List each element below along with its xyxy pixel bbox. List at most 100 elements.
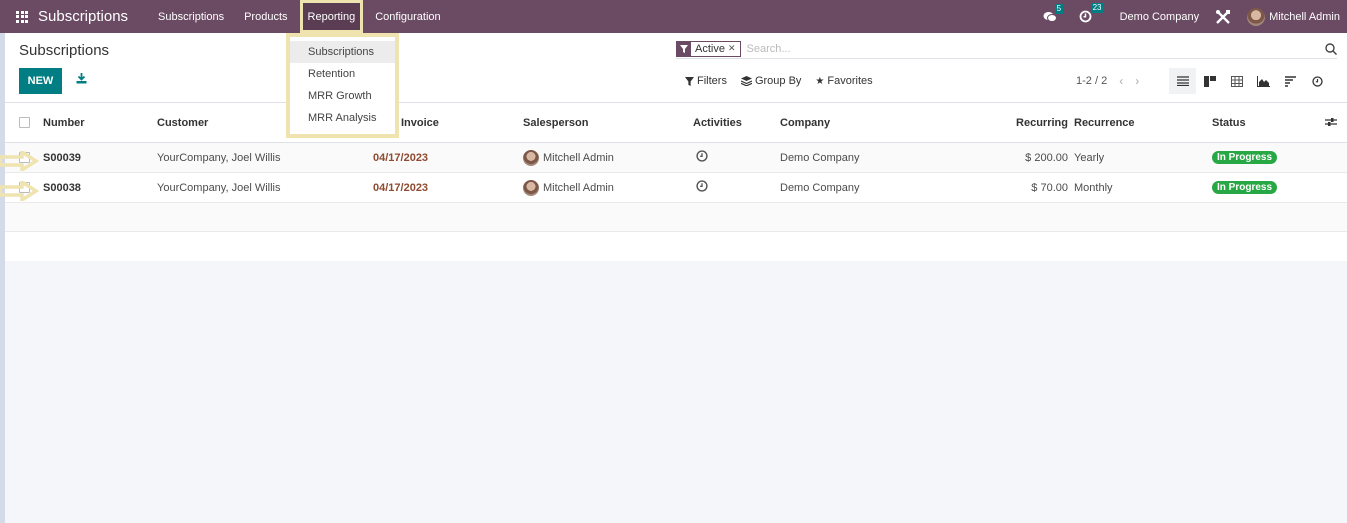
filter-icon (685, 76, 694, 86)
column-status[interactable]: Status (1212, 117, 1246, 129)
user-menu[interactable]: Mitchell Admin (1247, 7, 1340, 26)
graph-view-button[interactable] (1250, 68, 1277, 94)
search-bar: Active ✕ (676, 39, 1337, 59)
apps-menu-icon[interactable] (16, 10, 28, 23)
pivot-table-icon (1230, 75, 1243, 87)
dropdown-item-mrr-growth[interactable]: MRR Growth (290, 85, 395, 107)
table-row[interactable]: S00039 YourCompany, Joel Willis 04/17/20… (0, 143, 1347, 173)
cell-company: Demo Company (780, 181, 860, 194)
clock-icon (1312, 75, 1323, 87)
star-icon: ★ (815, 75, 825, 87)
list-icon (1176, 76, 1189, 86)
layers-icon (740, 76, 752, 86)
view-switcher (1169, 68, 1331, 94)
column-recurrence[interactable]: Recurrence (1074, 117, 1135, 129)
salesperson-name: Mitchell Admin (543, 151, 614, 164)
control-panel: Subscriptions NEW Active ✕ Filters (5, 33, 1347, 103)
new-button[interactable]: NEW (19, 68, 62, 94)
cell-salesperson: Mitchell Admin (523, 179, 614, 196)
highlight-arrow-icon (0, 151, 40, 171)
facet-value: Active (695, 42, 725, 55)
reporting-dropdown: Subscriptions Retention MRR Growth MRR A… (286, 33, 399, 138)
column-recurring[interactable]: Recurring (1016, 117, 1068, 129)
column-invoice[interactable]: Invoice (401, 117, 439, 129)
search-input[interactable] (746, 42, 1307, 55)
cell-number: S00039 (43, 151, 81, 164)
optional-columns-toggle[interactable] (1325, 116, 1337, 130)
kanban-view-button[interactable] (1196, 68, 1223, 94)
list-view-button[interactable] (1169, 68, 1196, 94)
column-customer[interactable]: Customer (157, 117, 208, 129)
table-row[interactable]: S00038 YourCompany, Joel Willis 04/17/20… (0, 173, 1347, 203)
select-all-checkbox[interactable] (19, 117, 30, 128)
cohort-view-button[interactable] (1277, 68, 1304, 94)
user-name: Mitchell Admin (1269, 10, 1340, 23)
cohort-icon (1285, 75, 1296, 87)
activity-clock-icon[interactable] (696, 180, 708, 195)
subscriptions-list: Number Customer Invoice Salesperson Acti… (0, 103, 1347, 261)
cell-recurring: $ 200.00 (1025, 151, 1068, 164)
top-navbar: Subscriptions Subscriptions Products Rep… (0, 0, 1347, 33)
pager-next-icon[interactable]: › (1135, 74, 1139, 88)
highlight-arrow-icon (0, 181, 40, 201)
list-header: Number Customer Invoice Salesperson Acti… (5, 103, 1347, 143)
kanban-icon (1203, 75, 1216, 87)
activities-button[interactable]: 23 (1079, 3, 1104, 23)
menu-products[interactable]: Products (234, 0, 297, 33)
debug-tools-icon[interactable] (1215, 9, 1231, 25)
clock-icon (1079, 10, 1091, 23)
group-by-button[interactable]: Group By (740, 75, 802, 87)
favorites-button[interactable]: ★ Favorites (815, 75, 872, 87)
group-by-label: Group By (754, 75, 802, 87)
filters-label: Filters (697, 75, 727, 87)
status-badge: In Progress (1212, 151, 1278, 164)
menu-configuration[interactable]: Configuration (365, 0, 450, 33)
cell-invoice: 04/17/2023 (373, 151, 429, 164)
messages-button[interactable]: 5 (1043, 3, 1064, 23)
page-title: Subscriptions (19, 42, 110, 59)
company-switcher[interactable]: Demo Company (1120, 11, 1199, 23)
activity-view-button[interactable] (1304, 68, 1331, 94)
cell-invoice: 04/17/2023 (373, 181, 429, 194)
dropdown-item-mrr-analysis[interactable]: MRR Analysis (290, 107, 395, 129)
area-chart-icon (1257, 75, 1270, 87)
cell-recurrence: Yearly (1074, 151, 1105, 164)
menu-reporting[interactable]: Reporting (299, 0, 364, 33)
sliders-icon (1325, 117, 1337, 126)
column-number[interactable]: Number (43, 117, 85, 129)
pager-previous-icon[interactable]: ‹ (1119, 74, 1123, 88)
dropdown-item-retention[interactable]: Retention (290, 63, 395, 85)
column-company[interactable]: Company (780, 117, 830, 129)
status-badge: In Progress (1212, 181, 1278, 194)
cell-number: S00038 (43, 181, 81, 194)
menu-subscriptions[interactable]: Subscriptions (148, 0, 234, 33)
cell-company: Demo Company (780, 151, 860, 164)
cell-recurrence: Monthly (1074, 181, 1113, 194)
pager-value[interactable]: 1-2 / 2 (1076, 75, 1107, 87)
favorites-label: Favorites (827, 75, 873, 87)
column-salesperson[interactable]: Salesperson (523, 117, 588, 129)
pivot-view-button[interactable] (1223, 68, 1250, 94)
search-facet-active[interactable]: Active ✕ (676, 40, 741, 57)
empty-row (5, 232, 1347, 261)
activity-clock-icon[interactable] (696, 150, 708, 165)
window-edge (0, 33, 5, 523)
empty-row (5, 203, 1347, 232)
salesperson-name: Mitchell Admin (543, 181, 614, 194)
column-activities[interactable]: Activities (693, 117, 742, 129)
filter-icon (677, 41, 691, 56)
download-icon[interactable] (76, 73, 87, 87)
cell-recurring: $ 70.00 (1031, 181, 1068, 194)
salesperson-avatar (523, 149, 539, 166)
cell-customer: YourCompany, Joel Willis (157, 181, 281, 194)
dropdown-item-subscriptions[interactable]: Subscriptions (290, 41, 395, 63)
messages-count-badge: 5 (1054, 3, 1064, 14)
cell-salesperson: Mitchell Admin (523, 149, 614, 166)
salesperson-avatar (523, 179, 539, 196)
activities-count-badge: 23 (1090, 3, 1104, 13)
filters-button[interactable]: Filters (685, 75, 727, 87)
user-avatar (1247, 7, 1266, 26)
app-brand[interactable]: Subscriptions (38, 8, 128, 25)
search-icon[interactable] (1325, 42, 1337, 55)
facet-remove-icon[interactable]: ✕ (728, 43, 740, 54)
